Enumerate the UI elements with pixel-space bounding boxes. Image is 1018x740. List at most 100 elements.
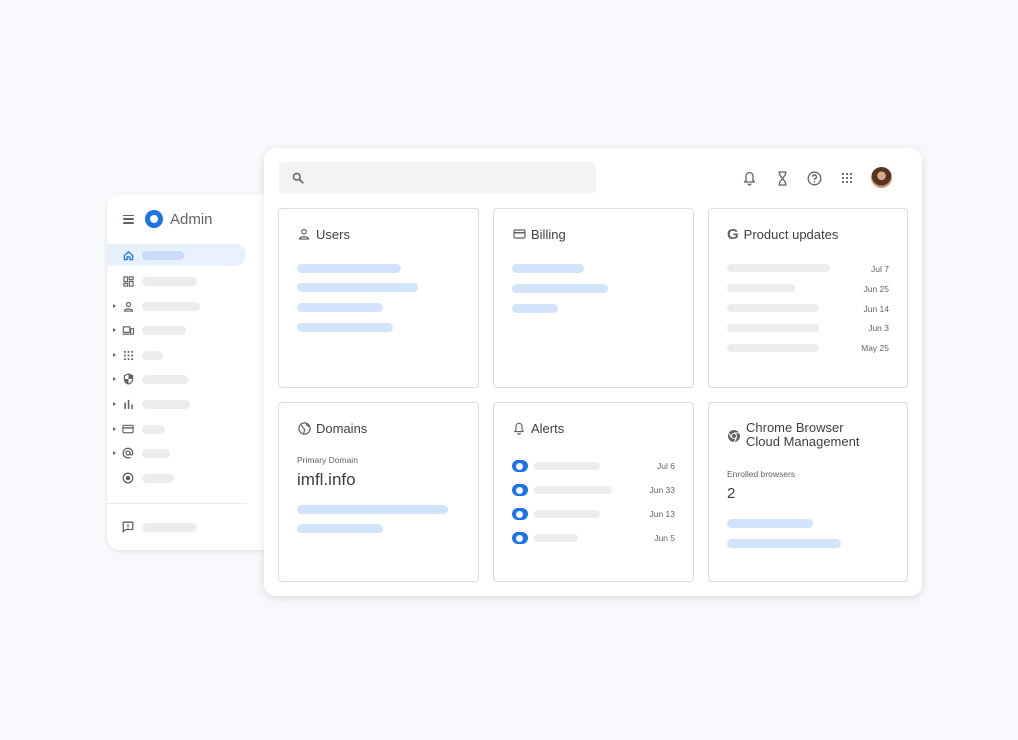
update-date: Jun 25 bbox=[863, 284, 889, 294]
alert-toggle[interactable] bbox=[512, 460, 528, 472]
alert-toggle[interactable] bbox=[512, 532, 528, 544]
alerts-card-title: Alerts bbox=[512, 420, 564, 436]
person-icon bbox=[121, 299, 135, 313]
domains-title-text: Domains bbox=[316, 420, 368, 436]
app-title: Admin bbox=[170, 210, 213, 228]
sidebar-divider bbox=[107, 503, 246, 504]
billing-card[interactable]: Billing bbox=[493, 208, 694, 388]
sidebar-item-label-placeholder bbox=[142, 276, 197, 286]
placeholder-bar bbox=[727, 284, 795, 292]
placeholder-bar bbox=[512, 304, 558, 313]
devices-icon bbox=[121, 323, 135, 337]
help-icon[interactable] bbox=[806, 170, 822, 186]
expand-caret-icon[interactable] bbox=[113, 353, 116, 357]
placeholder-bar bbox=[727, 519, 813, 528]
sidebar-item-billing[interactable] bbox=[107, 418, 246, 440]
sidebar-item-label-placeholder bbox=[142, 522, 197, 532]
apps-icon bbox=[121, 348, 135, 362]
sidebar-item-dashboard[interactable] bbox=[107, 270, 246, 292]
alerts-title-text: Alerts bbox=[531, 420, 565, 436]
sidebar-item-label-placeholder bbox=[142, 399, 190, 409]
main-window: Users Billing G Product updates Jul 7 Ju… bbox=[264, 148, 922, 596]
product-updates-card-title: G Product updates bbox=[727, 226, 838, 242]
expand-caret-icon[interactable] bbox=[113, 304, 116, 308]
domains-card-title: Domains bbox=[297, 420, 367, 436]
chrome-title-line1: Chrome Browser bbox=[746, 420, 844, 435]
users-card[interactable]: Users bbox=[278, 208, 479, 388]
chrome-icon bbox=[727, 429, 741, 443]
notifications-icon bbox=[512, 421, 526, 435]
menu-icon[interactable] bbox=[123, 214, 134, 224]
placeholder-bar bbox=[512, 264, 584, 273]
billing-title-text: Billing bbox=[531, 226, 566, 242]
expand-caret-icon[interactable] bbox=[113, 328, 116, 332]
placeholder-bar bbox=[727, 539, 841, 548]
placeholder-bar bbox=[297, 505, 448, 514]
placeholder-bar bbox=[297, 524, 383, 533]
person-icon bbox=[297, 227, 311, 241]
sidebar-item-rules[interactable] bbox=[107, 467, 246, 489]
alerts-card[interactable]: Alerts Jul 6 Jun 33 Jun 13 Jun 5 bbox=[493, 402, 694, 582]
credit-card-icon bbox=[121, 422, 135, 436]
user-avatar[interactable] bbox=[871, 167, 892, 188]
placeholder-bar bbox=[297, 283, 418, 292]
chrome-management-card[interactable]: Chrome Browser Cloud Management Enrolled… bbox=[708, 402, 908, 582]
globe-icon bbox=[297, 421, 311, 435]
google-g-icon: G bbox=[727, 225, 739, 243]
sidebar-item-reporting[interactable] bbox=[107, 393, 246, 415]
sidebar-item-security[interactable] bbox=[107, 368, 246, 390]
placeholder-bar bbox=[534, 462, 600, 470]
sidebar-item-home[interactable] bbox=[107, 244, 246, 266]
update-date: Jul 7 bbox=[871, 264, 889, 274]
alert-date: Jun 33 bbox=[649, 485, 675, 495]
update-date: Jun 14 bbox=[863, 304, 889, 314]
update-date: May 25 bbox=[861, 343, 889, 353]
hourglass-icon[interactable] bbox=[774, 170, 790, 186]
users-card-title: Users bbox=[297, 226, 350, 242]
sidebar-item-label-placeholder bbox=[142, 448, 170, 458]
sidebar-item-label-placeholder bbox=[142, 374, 188, 384]
placeholder-bar bbox=[297, 303, 383, 312]
primary-domain-label: Primary Domain bbox=[297, 455, 358, 465]
alert-date: Jun 5 bbox=[654, 533, 675, 543]
enrolled-browsers-value: 2 bbox=[727, 485, 736, 502]
sidebar-item-devices[interactable] bbox=[107, 319, 246, 341]
placeholder-bar bbox=[534, 486, 612, 494]
sidebar-item-label-placeholder bbox=[142, 424, 165, 434]
expand-caret-icon[interactable] bbox=[113, 402, 116, 406]
alert-toggle[interactable] bbox=[512, 484, 528, 496]
notifications-icon[interactable] bbox=[741, 170, 757, 186]
globe-icon bbox=[121, 471, 135, 485]
shield-icon bbox=[121, 372, 135, 386]
search-icon bbox=[292, 171, 304, 189]
alert-toggle[interactable] bbox=[512, 508, 528, 520]
chrome-card-title: Chrome Browser Cloud Management bbox=[746, 421, 859, 449]
chrome-title-line2: Cloud Management bbox=[746, 434, 860, 449]
product-updates-card[interactable]: G Product updates Jul 7 Jun 25 Jun 14 Ju… bbox=[708, 208, 908, 388]
search-bar[interactable] bbox=[279, 162, 596, 193]
placeholder-bar bbox=[727, 324, 819, 332]
sidebar-item-account[interactable] bbox=[107, 442, 246, 464]
placeholder-bar bbox=[534, 510, 600, 518]
sidebar-item-label-placeholder bbox=[142, 301, 200, 311]
feedback-icon bbox=[121, 520, 135, 534]
primary-domain-value: imfl.info bbox=[297, 470, 356, 489]
enrolled-browsers-label: Enrolled browsers bbox=[727, 469, 796, 479]
sidebar-item-feedback[interactable] bbox=[107, 516, 246, 538]
placeholder-bar bbox=[512, 284, 608, 293]
expand-caret-icon[interactable] bbox=[113, 377, 116, 381]
product-updates-title-text: Product updates bbox=[743, 226, 839, 242]
apps-grid-icon[interactable] bbox=[839, 170, 855, 186]
sidebar-item-users[interactable] bbox=[107, 295, 246, 317]
expand-caret-icon[interactable] bbox=[113, 427, 116, 431]
update-date: Jun 3 bbox=[868, 323, 889, 333]
sidebar-item-label-placeholder bbox=[142, 250, 184, 260]
domains-card[interactable]: Domains Primary Domain imfl.info bbox=[278, 402, 479, 582]
billing-card-title: Billing bbox=[512, 226, 566, 242]
placeholder-bar bbox=[727, 264, 830, 272]
expand-caret-icon[interactable] bbox=[113, 451, 116, 455]
alert-date: Jun 13 bbox=[649, 509, 675, 519]
home-icon bbox=[121, 248, 135, 262]
sidebar-item-apps[interactable] bbox=[107, 344, 246, 366]
at-sign-icon bbox=[121, 446, 135, 460]
